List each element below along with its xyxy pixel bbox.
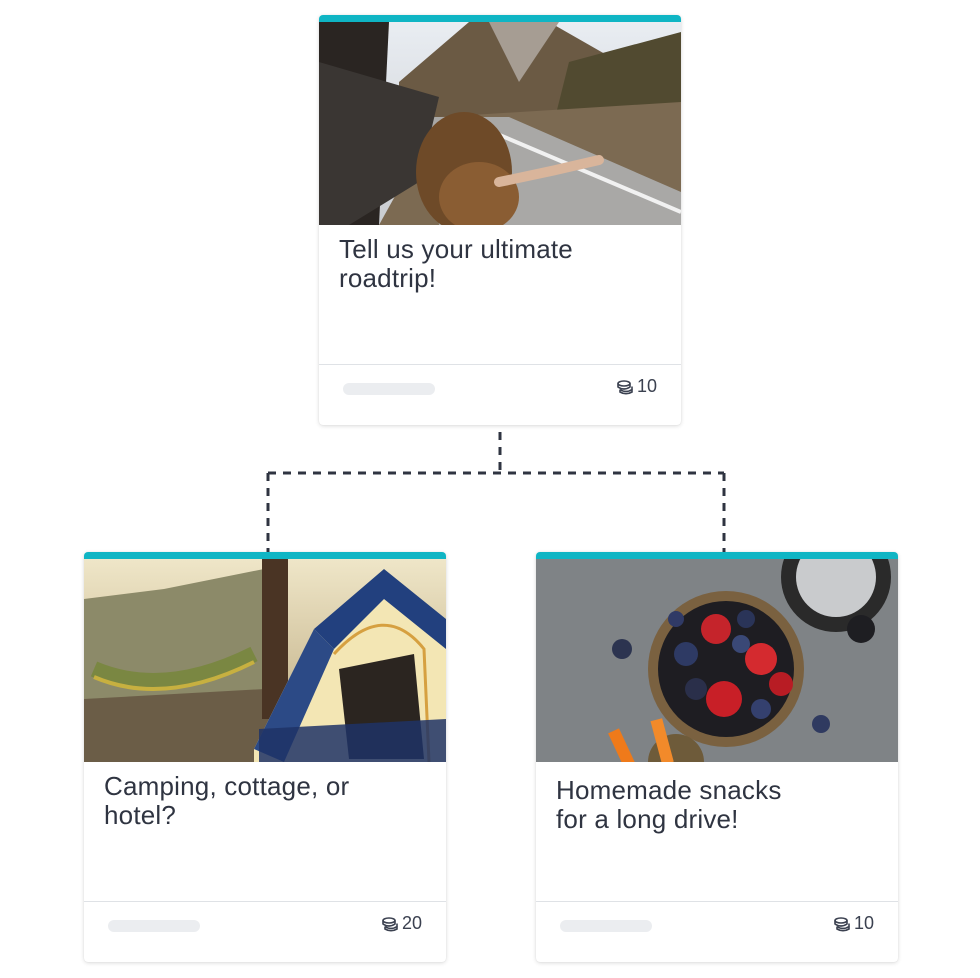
- coin-stack-icon: [382, 916, 398, 932]
- card-title-line1: Homemade snacks: [556, 775, 782, 805]
- coin-stack-icon: [834, 916, 850, 932]
- card-footer: 10: [536, 901, 898, 953]
- card-footer: 10: [319, 364, 681, 416]
- prompt-card-camping[interactable]: Camping, cottage, or hotel? 20: [84, 552, 446, 962]
- points-badge: 10: [616, 376, 657, 397]
- points-value: 10: [853, 913, 874, 933]
- points-badge: 20: [381, 913, 422, 934]
- camping-photo: [84, 559, 446, 762]
- card-title: Homemade snacks for a long drive!: [536, 762, 898, 901]
- card-accent-bar: [536, 552, 898, 559]
- author-placeholder: [560, 920, 652, 932]
- card-title-line2: roadtrip!: [339, 263, 437, 293]
- author-placeholder: [343, 383, 435, 395]
- card-title: Camping, cottage, or hotel?: [84, 762, 446, 901]
- points-badge: 10: [833, 913, 874, 934]
- coin-stack-icon: [617, 379, 633, 395]
- card-title: Tell us your ultimate roadtrip!: [319, 225, 681, 364]
- card-title-line1: Tell us your ultimate: [339, 234, 573, 264]
- card-footer: 20: [84, 901, 446, 953]
- card-accent-bar: [319, 15, 681, 22]
- points-value: 10: [636, 376, 657, 396]
- snacks-photo: [536, 559, 898, 762]
- prompt-card-snacks[interactable]: Homemade snacks for a long drive! 10: [536, 552, 898, 962]
- author-placeholder: [108, 920, 200, 932]
- card-accent-bar: [84, 552, 446, 559]
- card-title-line2: hotel?: [104, 800, 177, 830]
- card-title-line2: for a long drive!: [556, 804, 739, 834]
- prompt-card-roadtrip[interactable]: Tell us your ultimate roadtrip! 10: [319, 15, 681, 425]
- points-value: 20: [401, 913, 422, 933]
- roadtrip-photo: [319, 22, 681, 225]
- card-title-line1: Camping, cottage, or: [104, 771, 350, 801]
